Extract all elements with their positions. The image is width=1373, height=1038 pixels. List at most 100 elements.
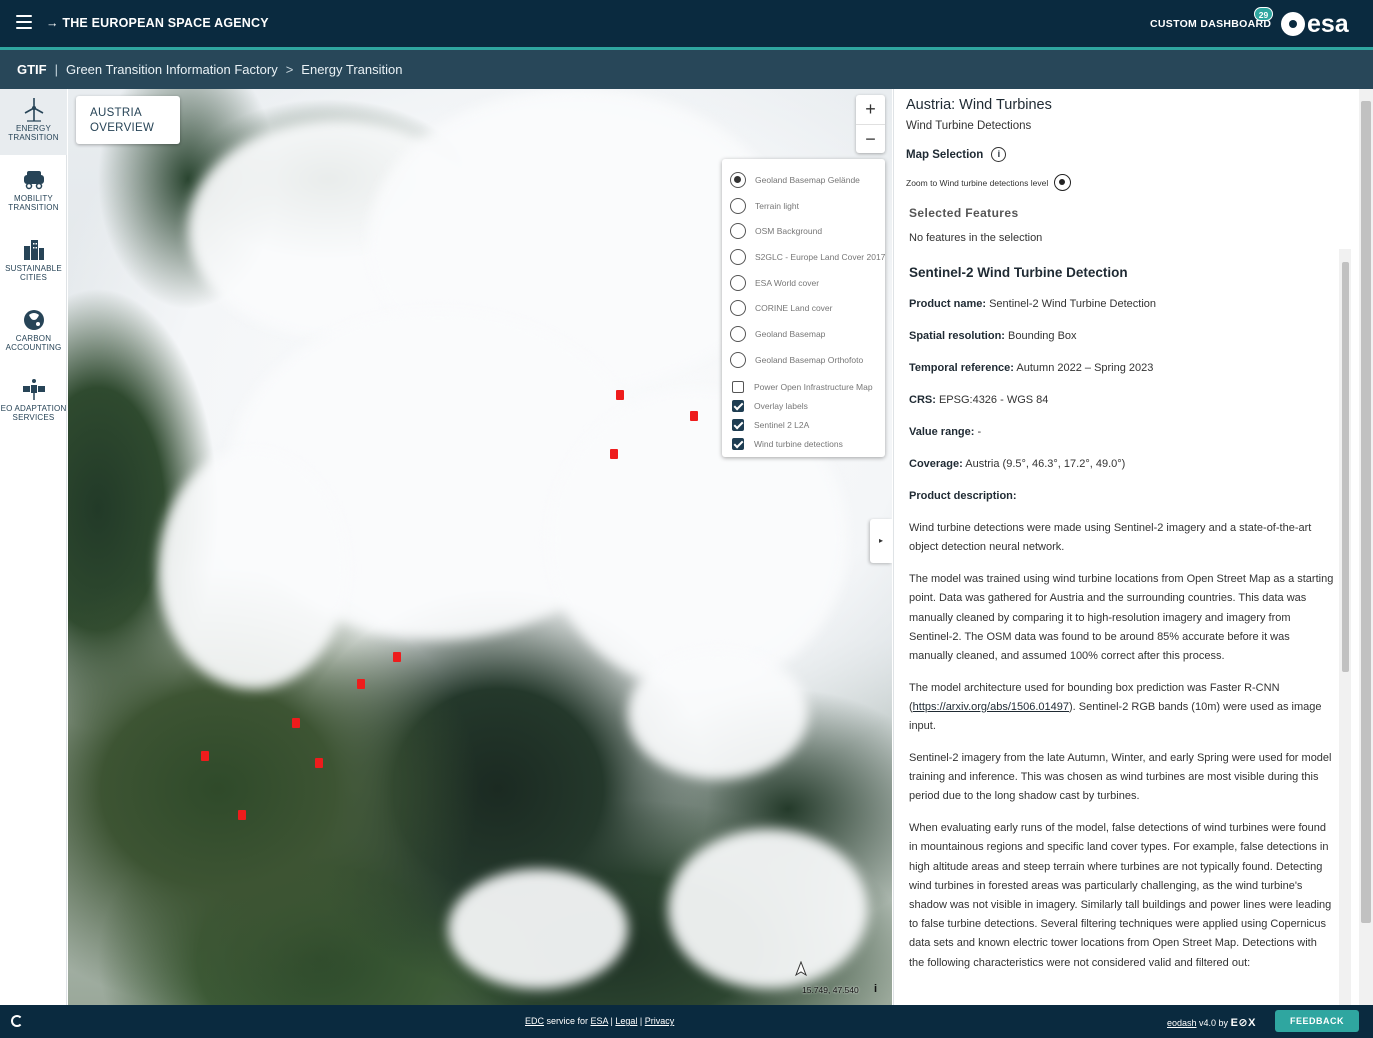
info-icon[interactable]: i xyxy=(991,147,1007,162)
field-label: Product description: xyxy=(909,490,1017,503)
overlay-label: Overlay labels xyxy=(754,401,808,411)
zoom-out-button[interactable]: − xyxy=(856,124,885,153)
base-layer-label: OSM Background xyxy=(755,226,823,237)
sidebar-item-label: MOBILITY TRANSITION xyxy=(8,194,59,212)
top-header: → THE EUROPEAN SPACE AGENCY CUSTOM DASHB… xyxy=(0,0,1373,47)
zoom-to-label: Zoom to Wind turbine detections level xyxy=(906,177,1049,188)
base-layer-option[interactable]: S2GLC - Europe Land Cover 2017 xyxy=(722,244,885,270)
sidebar-item-label: CARBON ACCOUNTING xyxy=(5,334,62,352)
base-layer-option[interactable]: Terrain light xyxy=(722,193,885,219)
map-view[interactable]: AUSTRIA OVERVIEW + − Geoland Basemap Gel… xyxy=(68,89,892,1005)
radio-icon[interactable] xyxy=(730,197,746,214)
attribution-info-icon[interactable]: i xyxy=(874,983,877,995)
esa-link[interactable]: ESA xyxy=(591,1016,609,1026)
field-label: Product name: xyxy=(909,298,987,311)
product-description: Sentinel-2 Wind Turbine Detection Produc… xyxy=(909,263,1335,985)
base-layer-option[interactable]: Geoland Basemap Orthofoto xyxy=(722,347,885,373)
base-layer-option[interactable]: OSM Background xyxy=(722,218,885,244)
footer-text: service for xyxy=(544,1016,591,1026)
theme-toggle-icon[interactable] xyxy=(11,1015,23,1027)
north-arrow-icon xyxy=(795,961,807,977)
cloud-shape xyxy=(448,869,628,989)
overlay-option[interactable]: Overlay labels xyxy=(722,397,885,416)
agency-link[interactable]: → THE EUROPEAN SPACE AGENCY xyxy=(46,16,269,30)
breadcrumb-separator: | xyxy=(54,62,58,77)
menu-icon[interactable] xyxy=(16,15,32,29)
esa-logo[interactable]: esa xyxy=(1281,10,1349,38)
panel-toggle-button[interactable]: ▸ xyxy=(870,519,892,563)
overlay-option[interactable]: Wind turbine detections xyxy=(722,435,885,454)
wind-turbine-marker[interactable] xyxy=(315,758,323,768)
radio-icon[interactable] xyxy=(730,300,746,317)
breadcrumb-arrow: > xyxy=(285,62,294,77)
field-value: Sentinel-2 Wind Turbine Detection xyxy=(986,298,1156,311)
zoom-in-button[interactable]: + xyxy=(856,95,885,124)
layer-switcher: Geoland Basemap Gelände Terrain light OS… xyxy=(722,159,885,457)
arxiv-link[interactable]: https://arxiv.org/abs/1506.01497 xyxy=(913,701,1069,713)
scrollbar-thumb[interactable] xyxy=(1361,101,1371,923)
page-scrollbar[interactable] xyxy=(1359,89,1373,1005)
base-layer-option[interactable]: Geoland Basemap xyxy=(722,321,885,347)
radio-icon[interactable] xyxy=(730,351,746,368)
privacy-link[interactable]: Privacy xyxy=(645,1016,675,1026)
wind-turbine-marker[interactable] xyxy=(357,679,365,689)
mobility-icon xyxy=(23,171,44,190)
radio-icon[interactable] xyxy=(730,274,746,291)
map-selection-label: Map Selection xyxy=(906,148,984,161)
satellite-icon xyxy=(22,379,45,400)
zoom-control: + − xyxy=(856,95,885,153)
wind-turbine-marker[interactable] xyxy=(292,718,300,728)
wind-turbine-marker[interactable] xyxy=(690,411,698,421)
eodash-link[interactable]: eodash xyxy=(1167,1018,1197,1028)
base-layer-label: Geoland Basemap Orthofoto xyxy=(755,354,864,365)
base-layer-option[interactable]: Geoland Basemap Gelände xyxy=(722,167,885,193)
sidebar-item-eo-adaptation-services[interactable]: EO ADAPTATION SERVICES xyxy=(0,369,67,445)
panel-title: Austria: Wind Turbines xyxy=(906,97,1052,113)
field-label: Spatial resolution: xyxy=(909,330,1005,343)
breadcrumb-section[interactable]: Green Transition Information Factory xyxy=(66,62,278,77)
radio-selected-icon[interactable] xyxy=(730,171,746,188)
dashboard-count-badge: 29 xyxy=(1254,7,1273,21)
radio-icon[interactable] xyxy=(730,248,746,265)
product-field: CRS: EPSG:4326 - WGS 84 xyxy=(909,391,1335,410)
edc-link[interactable]: EDC xyxy=(525,1016,544,1026)
description-scroll-area[interactable]: Sentinel-2 Wind Turbine Detection Produc… xyxy=(894,249,1359,1005)
custom-dashboard-button[interactable]: CUSTOM DASHBOARD xyxy=(1150,18,1271,30)
overlay-option[interactable]: Power Open Infrastructure Map xyxy=(722,378,885,397)
checkbox-checked-icon[interactable] xyxy=(732,400,744,412)
overlay-option[interactable]: Sentinel 2 L2A xyxy=(722,416,885,435)
sidebar-item-carbon-accounting[interactable]: CARBON ACCOUNTING xyxy=(0,299,67,365)
radio-icon[interactable] xyxy=(730,325,746,342)
base-layer-label: Terrain light xyxy=(755,200,799,211)
wind-turbine-marker[interactable] xyxy=(238,810,246,820)
zoom-to-layer-row: Zoom to Wind turbine detections level xyxy=(906,174,1072,191)
sidebar-item-sustainable-cities[interactable]: SUSTAINABLE CITIES xyxy=(0,229,67,295)
wind-turbine-marker[interactable] xyxy=(610,449,618,459)
base-layer-option[interactable]: CORINE Land cover xyxy=(722,295,885,321)
breadcrumb-root[interactable]: GTIF xyxy=(17,62,47,77)
wind-turbine-marker[interactable] xyxy=(616,390,624,400)
base-layer-option[interactable]: ESA World cover xyxy=(722,270,885,296)
legal-link[interactable]: Legal xyxy=(615,1016,637,1026)
eox-logo[interactable]: E⊘X xyxy=(1231,1017,1256,1029)
checkbox-icon[interactable] xyxy=(732,381,744,393)
feedback-button[interactable]: FEEDBACK xyxy=(1275,1010,1359,1032)
checkbox-checked-icon[interactable] xyxy=(732,419,744,431)
wind-turbine-marker[interactable] xyxy=(393,652,401,662)
scrollbar-thumb[interactable] xyxy=(1342,262,1349,672)
radio-icon[interactable] xyxy=(730,223,746,240)
sidebar-item-mobility-transition[interactable]: MOBILITY TRANSITION xyxy=(0,159,67,225)
footer-credits: eodash v4.0 by E⊘X xyxy=(1167,1016,1256,1029)
info-panel: Austria: Wind Turbines Wind Turbine Dete… xyxy=(893,89,1358,1005)
description-scrollbar[interactable] xyxy=(1339,249,1351,1005)
base-layer-label: Geoland Basemap xyxy=(755,328,826,339)
description-paragraph: The model architecture used for bounding… xyxy=(909,679,1335,737)
austria-overview-button[interactable]: AUSTRIA OVERVIEW xyxy=(76,96,180,144)
sidebar-item-energy-transition[interactable]: ENERGY TRANSITION xyxy=(0,89,67,155)
wind-turbine-marker[interactable] xyxy=(201,751,209,761)
checkbox-checked-icon[interactable] xyxy=(732,438,744,450)
footer-separator: | xyxy=(637,1016,645,1026)
city-icon xyxy=(23,240,44,260)
zoom-to-target-icon[interactable] xyxy=(1054,174,1072,191)
base-layer-label: S2GLC - Europe Land Cover 2017 xyxy=(755,251,886,262)
